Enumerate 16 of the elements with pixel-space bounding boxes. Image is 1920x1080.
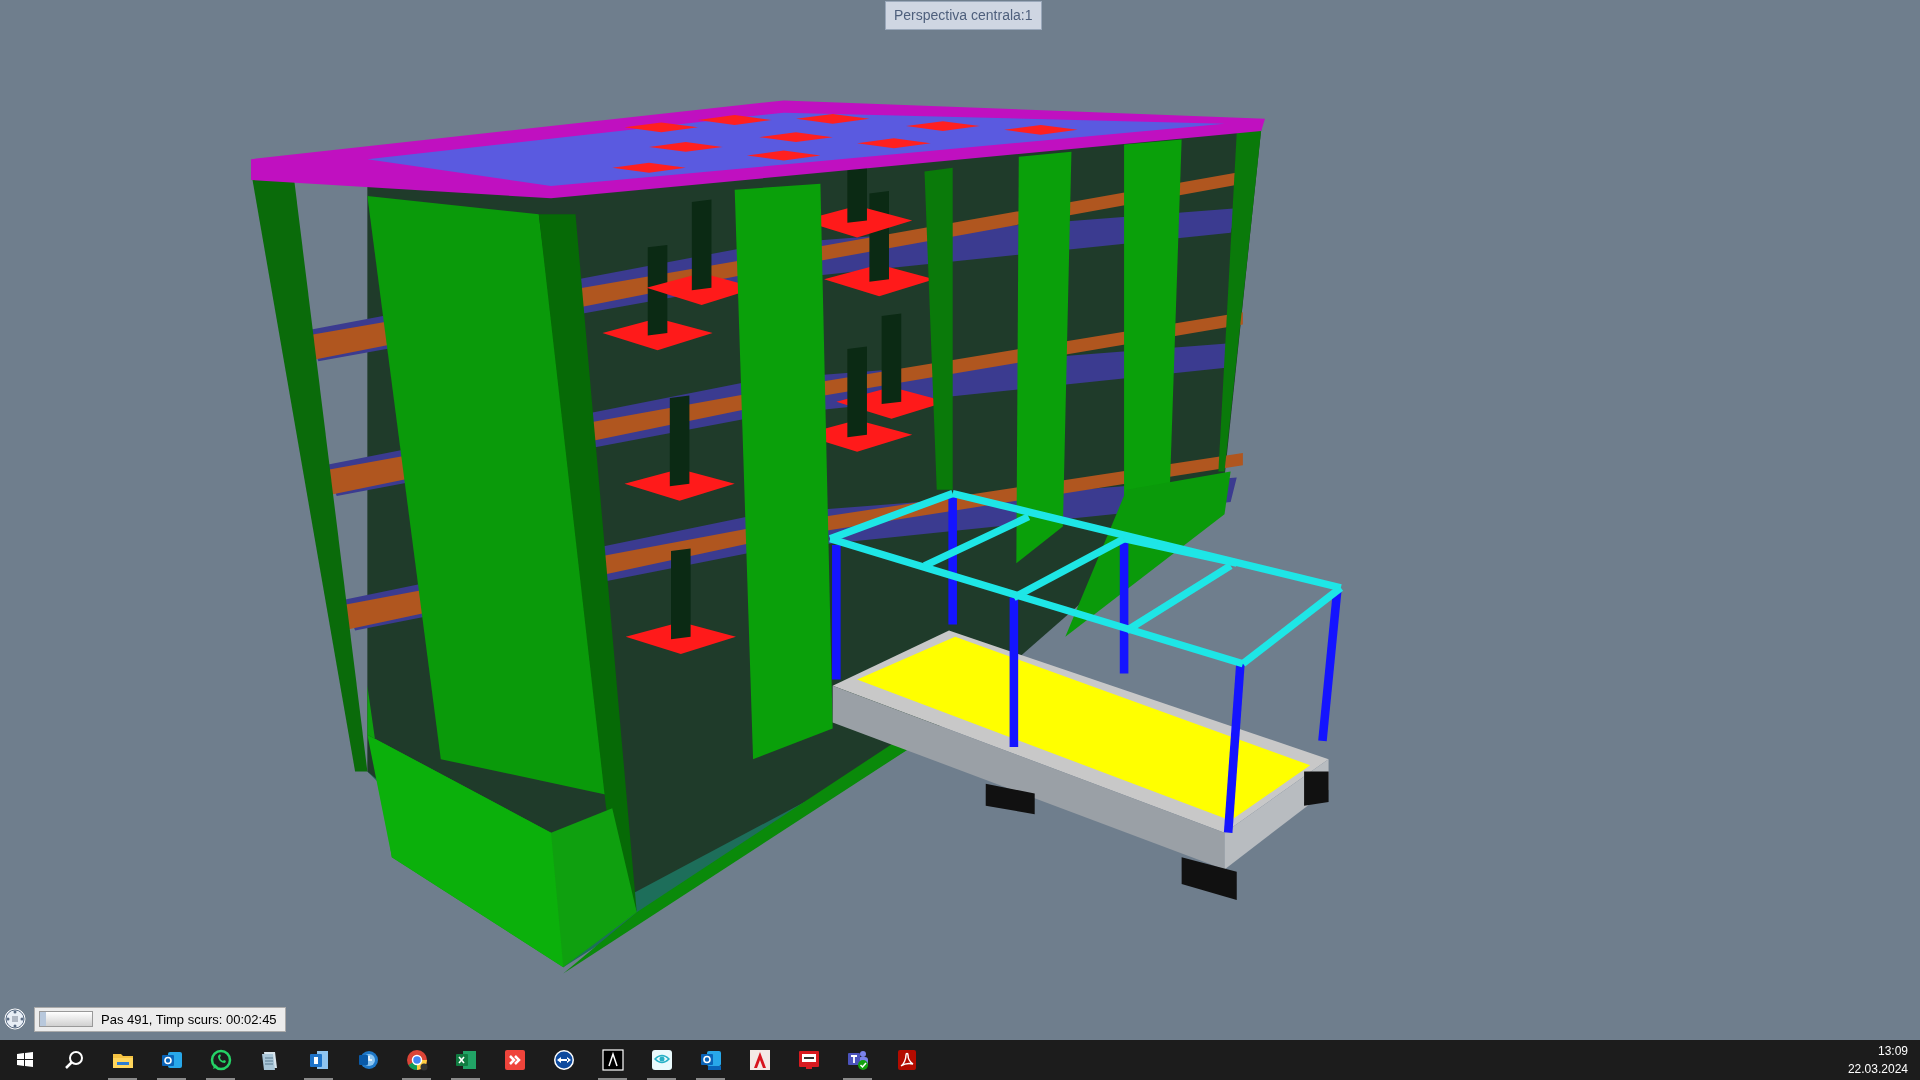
status-text: Pas 491, Timp scurs: 00:02:45 bbox=[101, 1010, 277, 1029]
chat-bubble-icon bbox=[208, 1048, 233, 1072]
cad-icon bbox=[747, 1048, 772, 1072]
view-label: Perspectiva centrala:1 bbox=[885, 1, 1042, 30]
team-icon bbox=[845, 1048, 870, 1072]
eye-icon bbox=[649, 1048, 674, 1072]
spreadsheet-icon bbox=[453, 1048, 478, 1072]
progress-bar bbox=[39, 1011, 93, 1028]
remote-desktop-icon bbox=[502, 1048, 527, 1072]
clock-time[interactable]: 13:09 bbox=[1847, 1042, 1908, 1060]
lambda-icon bbox=[600, 1048, 625, 1072]
mail-icon bbox=[698, 1048, 723, 1072]
navigation-wheel-icon[interactable] bbox=[4, 1008, 26, 1031]
browser-icon bbox=[404, 1048, 429, 1072]
clock-date[interactable]: 22.03.2024 bbox=[1847, 1060, 1908, 1078]
monitor-icon bbox=[796, 1048, 821, 1072]
